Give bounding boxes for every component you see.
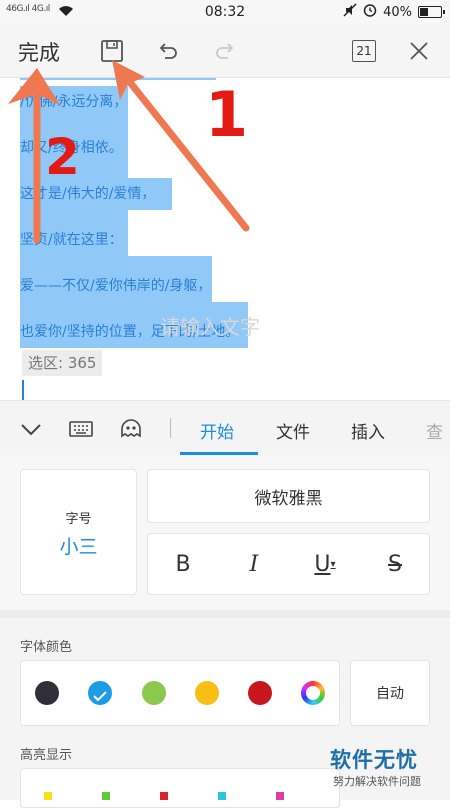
auto-color-button[interactable]: 自动 (350, 660, 430, 726)
color-swatch-black[interactable] (35, 681, 59, 705)
tab-review[interactable]: 查 (426, 418, 443, 443)
text-line[interactable]: 爱——不仅/爱你伟岸的/身躯， (20, 270, 212, 302)
format-buttons: B I U ▾ S (147, 533, 430, 595)
text-cursor (22, 380, 24, 400)
highlight-swatch-green[interactable] (102, 792, 110, 800)
color-swatch-green[interactable] (142, 681, 166, 705)
text-line[interactable]: 这才是/伟大的/爱情， (20, 178, 172, 210)
font-size-value: 小三 (59, 536, 98, 558)
italic-button[interactable]: I (219, 534, 289, 594)
color-swatches (20, 660, 340, 726)
underline-dropdown-icon: ▾ (330, 558, 336, 570)
highlight-swatch-cyan[interactable] (218, 792, 226, 800)
text-line[interactable]: 坚贞/就在这里： (20, 224, 128, 256)
ribbon-tabs: 开始 文件 插入 查 (0, 400, 450, 455)
underline-button[interactable]: U ▾ (290, 534, 360, 594)
tab-file[interactable]: 文件 (276, 418, 310, 443)
highlight-swatch-red[interactable] (160, 792, 168, 800)
font-family-value: 微软雅黑 (254, 488, 323, 509)
annotation-number-2: 2 (45, 128, 80, 186)
editor-toolbar: 完成 21 (0, 24, 450, 78)
strikethrough-button[interactable]: S (360, 534, 430, 594)
highlight-swatch-yellow[interactable] (44, 792, 52, 800)
battery-icon (418, 6, 445, 18)
color-swatch-red[interactable] (248, 681, 272, 705)
font-size-label: 字号 (65, 512, 92, 527)
save-icon[interactable] (97, 36, 127, 66)
auto-color-label: 自动 (376, 686, 404, 702)
tab-insert[interactable]: 插入 (351, 418, 385, 443)
keyboard-icon[interactable] (68, 416, 94, 442)
color-swatch-yellow[interactable] (195, 681, 219, 705)
watermark-subtitle: 努力解决软件问题 (333, 775, 421, 788)
bold-button[interactable]: B (148, 534, 218, 594)
text-line[interactable]: /仿佛/永远分离， (20, 86, 128, 118)
highlight-swatch-pink[interactable] (276, 792, 284, 800)
color-picker-icon[interactable] (301, 681, 325, 705)
input-placeholder: 请输入文字 (160, 315, 260, 339)
highlight-swatches (20, 768, 340, 808)
battery-percent: 40% (383, 4, 412, 20)
redo-icon[interactable] (210, 36, 240, 66)
collapse-chevron-icon[interactable] (18, 416, 44, 442)
watermark-title: 软件无忧 (330, 748, 418, 772)
underline-label: U (314, 551, 331, 577)
undo-icon[interactable] (153, 36, 183, 66)
font-family-selector[interactable]: 微软雅黑 (147, 469, 430, 523)
page-count-button[interactable]: 21 (349, 36, 379, 66)
page-count: 21 (352, 40, 376, 62)
annotation-number-1: 1 (205, 78, 249, 151)
checkmark-icon (93, 687, 107, 706)
close-icon[interactable] (404, 36, 434, 66)
font-size-selector[interactable]: 字号 小三 (20, 469, 137, 595)
mute-icon (343, 3, 357, 21)
selection-highlight (20, 78, 216, 80)
status-bar: 46G.ıl 4G.ıl 08:32 40% (0, 0, 450, 24)
selection-count: 选区: 365 (22, 350, 103, 376)
highlight-label: 高亮显示 (20, 748, 73, 763)
alarm-icon (363, 3, 377, 21)
font-color-label: 字体颜色 (20, 640, 73, 655)
tab-separator (170, 418, 171, 438)
done-button[interactable]: 完成 (18, 37, 60, 67)
tab-start[interactable]: 开始 (200, 418, 234, 443)
assistant-icon[interactable] (118, 416, 144, 442)
